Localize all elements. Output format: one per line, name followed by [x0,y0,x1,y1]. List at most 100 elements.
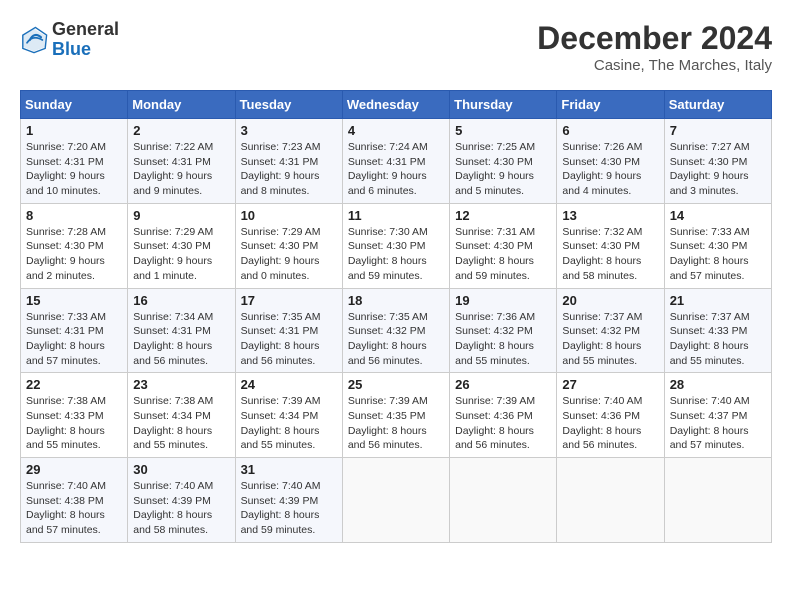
sunrise-label: Sunrise: 7:40 AM [241,480,321,492]
sunset-label: Sunset: 4:31 PM [26,325,104,337]
daylight-label: Daylight: 8 hours and 55 minutes. [26,425,105,452]
table-row: 16 Sunrise: 7:34 AM Sunset: 4:31 PM Dayl… [128,288,235,373]
daylight-label: Daylight: 9 hours and 10 minutes. [26,170,105,197]
sunrise-label: Sunrise: 7:35 AM [348,311,428,323]
table-row: 21 Sunrise: 7:37 AM Sunset: 4:33 PM Dayl… [664,288,771,373]
sunset-label: Sunset: 4:31 PM [241,325,319,337]
day-number: 30 [133,462,229,477]
table-row: 4 Sunrise: 7:24 AM Sunset: 4:31 PM Dayli… [342,119,449,204]
table-row [664,458,771,543]
table-row: 29 Sunrise: 7:40 AM Sunset: 4:38 PM Dayl… [21,458,128,543]
sunrise-label: Sunrise: 7:37 AM [562,311,642,323]
table-row: 8 Sunrise: 7:28 AM Sunset: 4:30 PM Dayli… [21,203,128,288]
table-row: 18 Sunrise: 7:35 AM Sunset: 4:32 PM Dayl… [342,288,449,373]
table-row: 30 Sunrise: 7:40 AM Sunset: 4:39 PM Dayl… [128,458,235,543]
day-number: 4 [348,123,444,138]
day-info: Sunrise: 7:33 AM Sunset: 4:31 PM Dayligh… [26,310,122,369]
daylight-label: Daylight: 8 hours and 56 minutes. [348,340,427,367]
day-number: 14 [670,208,766,223]
day-number: 23 [133,377,229,392]
day-number: 3 [241,123,337,138]
sunrise-label: Sunrise: 7:40 AM [26,480,106,492]
sunrise-label: Sunrise: 7:24 AM [348,141,428,153]
daylight-label: Daylight: 8 hours and 58 minutes. [562,255,641,282]
sunset-label: Sunset: 4:31 PM [133,156,211,168]
day-info: Sunrise: 7:40 AM Sunset: 4:38 PM Dayligh… [26,479,122,538]
day-number: 29 [26,462,122,477]
sunset-label: Sunset: 4:35 PM [348,410,426,422]
sunrise-label: Sunrise: 7:27 AM [670,141,750,153]
sunset-label: Sunset: 4:32 PM [562,325,640,337]
day-number: 21 [670,293,766,308]
daylight-label: Daylight: 8 hours and 56 minutes. [562,425,641,452]
day-number: 2 [133,123,229,138]
sunrise-label: Sunrise: 7:37 AM [670,311,750,323]
daylight-label: Daylight: 8 hours and 59 minutes. [455,255,534,282]
daylight-label: Daylight: 8 hours and 56 minutes. [348,425,427,452]
col-friday: Friday [557,91,664,119]
sunset-label: Sunset: 4:36 PM [562,410,640,422]
day-info: Sunrise: 7:30 AM Sunset: 4:30 PM Dayligh… [348,225,444,284]
sunrise-label: Sunrise: 7:30 AM [348,226,428,238]
day-info: Sunrise: 7:37 AM Sunset: 4:33 PM Dayligh… [670,310,766,369]
daylight-label: Daylight: 8 hours and 55 minutes. [562,340,641,367]
sunrise-label: Sunrise: 7:31 AM [455,226,535,238]
sunrise-label: Sunrise: 7:38 AM [26,395,106,407]
daylight-label: Daylight: 8 hours and 55 minutes. [241,425,320,452]
daylight-label: Daylight: 9 hours and 8 minutes. [241,170,320,197]
sunrise-label: Sunrise: 7:36 AM [455,311,535,323]
sunrise-label: Sunrise: 7:35 AM [241,311,321,323]
sunrise-label: Sunrise: 7:33 AM [670,226,750,238]
sunset-label: Sunset: 4:30 PM [241,240,319,252]
sunset-label: Sunset: 4:30 PM [562,156,640,168]
daylight-label: Daylight: 9 hours and 6 minutes. [348,170,427,197]
table-row: 31 Sunrise: 7:40 AM Sunset: 4:39 PM Dayl… [235,458,342,543]
day-info: Sunrise: 7:39 AM Sunset: 4:35 PM Dayligh… [348,394,444,453]
title-block: December 2024 Casine, The Marches, Italy [537,20,772,74]
logo-general: General [52,20,119,40]
day-number: 13 [562,208,658,223]
daylight-label: Daylight: 8 hours and 56 minutes. [133,340,212,367]
day-number: 5 [455,123,551,138]
sunset-label: Sunset: 4:39 PM [241,495,319,507]
daylight-label: Daylight: 9 hours and 1 minute. [133,255,212,282]
table-row: 1 Sunrise: 7:20 AM Sunset: 4:31 PM Dayli… [21,119,128,204]
sunset-label: Sunset: 4:30 PM [670,240,748,252]
table-row: 19 Sunrise: 7:36 AM Sunset: 4:32 PM Dayl… [450,288,557,373]
sunset-label: Sunset: 4:34 PM [241,410,319,422]
daylight-label: Daylight: 8 hours and 59 minutes. [241,509,320,536]
table-row [450,458,557,543]
sunset-label: Sunset: 4:31 PM [241,156,319,168]
sunrise-label: Sunrise: 7:39 AM [455,395,535,407]
sunrise-label: Sunrise: 7:25 AM [455,141,535,153]
sunset-label: Sunset: 4:30 PM [348,240,426,252]
table-row: 5 Sunrise: 7:25 AM Sunset: 4:30 PM Dayli… [450,119,557,204]
sunset-label: Sunset: 4:30 PM [455,156,533,168]
day-number: 17 [241,293,337,308]
sunrise-label: Sunrise: 7:22 AM [133,141,213,153]
day-info: Sunrise: 7:25 AM Sunset: 4:30 PM Dayligh… [455,140,551,199]
calendar-week-row: 22 Sunrise: 7:38 AM Sunset: 4:33 PM Dayl… [21,373,772,458]
daylight-label: Daylight: 9 hours and 0 minutes. [241,255,320,282]
col-wednesday: Wednesday [342,91,449,119]
day-info: Sunrise: 7:33 AM Sunset: 4:30 PM Dayligh… [670,225,766,284]
day-number: 8 [26,208,122,223]
table-row [557,458,664,543]
sunrise-label: Sunrise: 7:40 AM [133,480,213,492]
sunset-label: Sunset: 4:34 PM [133,410,211,422]
day-info: Sunrise: 7:38 AM Sunset: 4:34 PM Dayligh… [133,394,229,453]
sunset-label: Sunset: 4:30 PM [133,240,211,252]
sunset-label: Sunset: 4:32 PM [348,325,426,337]
daylight-label: Daylight: 8 hours and 55 minutes. [670,340,749,367]
day-number: 11 [348,208,444,223]
sunset-label: Sunset: 4:39 PM [133,495,211,507]
day-number: 24 [241,377,337,392]
daylight-label: Daylight: 9 hours and 9 minutes. [133,170,212,197]
daylight-label: Daylight: 9 hours and 4 minutes. [562,170,641,197]
day-info: Sunrise: 7:40 AM Sunset: 4:37 PM Dayligh… [670,394,766,453]
sunrise-label: Sunrise: 7:34 AM [133,311,213,323]
sunrise-label: Sunrise: 7:32 AM [562,226,642,238]
day-info: Sunrise: 7:29 AM Sunset: 4:30 PM Dayligh… [133,225,229,284]
sunset-label: Sunset: 4:30 PM [562,240,640,252]
day-info: Sunrise: 7:35 AM Sunset: 4:32 PM Dayligh… [348,310,444,369]
